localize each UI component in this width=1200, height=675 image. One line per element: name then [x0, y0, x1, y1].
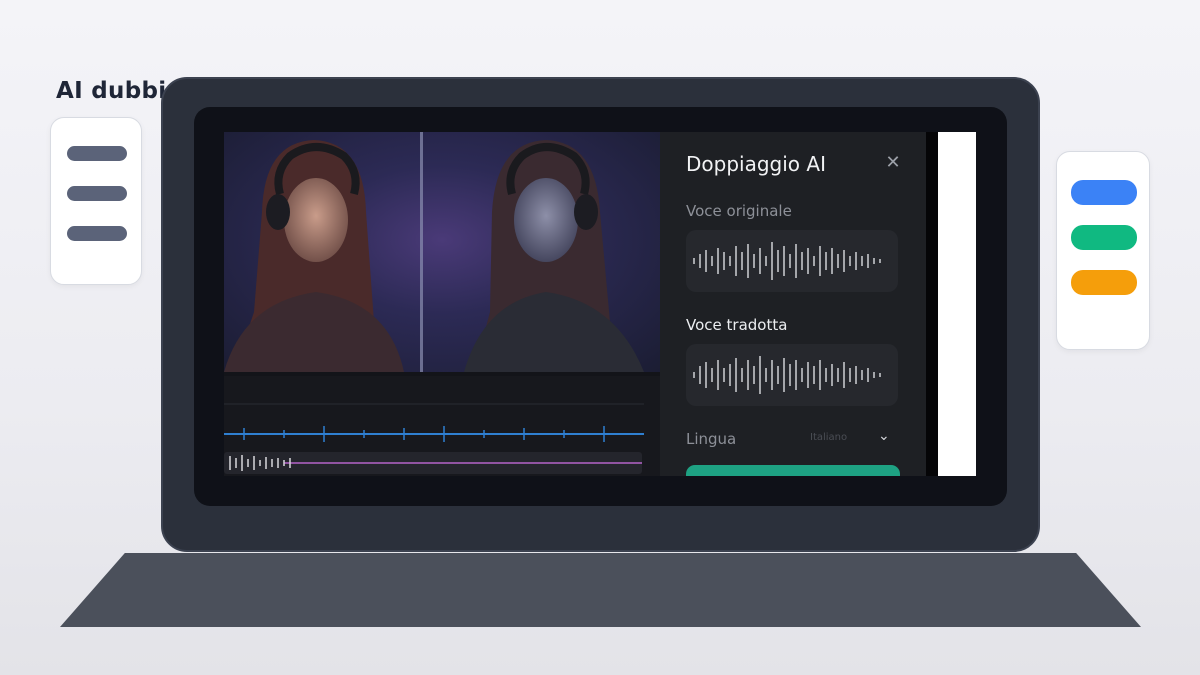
timeline-tracks — [224, 403, 644, 474]
dub-action-button[interactable] — [686, 465, 900, 476]
original-voice-waveform[interactable] — [686, 230, 898, 292]
editor-timeline[interactable] — [224, 376, 660, 476]
green-pill — [1071, 225, 1137, 250]
left-person — [224, 140, 404, 372]
close-icon[interactable]: ✕ — [884, 154, 902, 172]
video-preview[interactable] — [224, 132, 660, 372]
right-person — [464, 140, 644, 372]
translated-voice-label: Voce tradotta — [686, 316, 788, 334]
video-illustration — [224, 132, 660, 372]
right-white-area — [938, 132, 976, 476]
laptop-base — [60, 553, 1141, 627]
translated-voice-waveform[interactable] — [686, 344, 898, 406]
original-voice-label: Voce originale — [686, 202, 792, 220]
chevron-down-icon[interactable]: ⌄ — [878, 428, 890, 444]
left-menu-card — [50, 117, 142, 285]
blue-pill — [1071, 180, 1137, 205]
panel-title: Doppiaggio AI — [686, 152, 826, 176]
right-color-card — [1056, 151, 1150, 350]
menu-bar-3 — [67, 226, 127, 241]
original-waveform-icon — [693, 242, 881, 280]
panel-edge — [926, 132, 938, 476]
language-select-value[interactable]: Italiano — [810, 432, 847, 443]
language-label: Lingua — [686, 430, 737, 448]
translated-waveform-icon — [693, 356, 881, 394]
menu-bar-2 — [67, 186, 127, 201]
orange-pill — [1071, 270, 1137, 295]
app-screen: Doppiaggio AI ✕ Voce originale Voce trad… — [224, 132, 976, 476]
dubbing-panel: Doppiaggio AI ✕ Voce originale Voce trad… — [660, 132, 926, 476]
menu-bar-1 — [67, 146, 127, 161]
